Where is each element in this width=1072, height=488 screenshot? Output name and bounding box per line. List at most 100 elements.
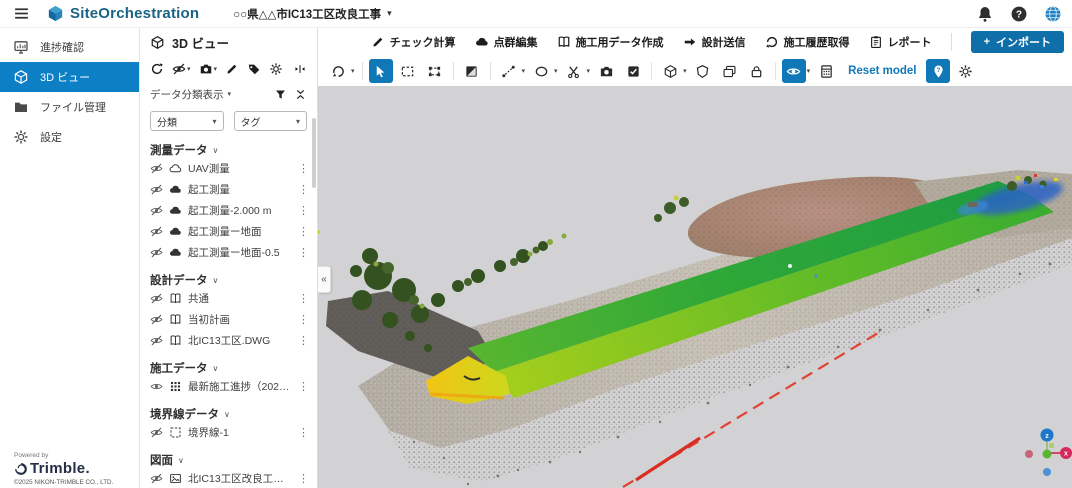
chevron-down-icon[interactable]: ▾ bbox=[683, 67, 687, 75]
tree-row[interactable]: 北IC13工区改良工事-背景図 ⋮ bbox=[150, 468, 311, 488]
tree-section-drawings[interactable]: 図面 ∨ bbox=[150, 452, 311, 468]
select-tool-button[interactable] bbox=[369, 59, 393, 83]
reset-model-link[interactable]: Reset model bbox=[848, 65, 916, 77]
rectangle-select-button[interactable] bbox=[396, 59, 420, 83]
tree-row[interactable]: UAV測量 ⋮ bbox=[150, 158, 311, 179]
app-logo[interactable]: SiteOrchestration bbox=[46, 4, 199, 23]
filter-funnel-icon[interactable] bbox=[274, 88, 287, 101]
shape-tool-button[interactable] bbox=[529, 59, 553, 83]
viewport-3d[interactable]: z x « bbox=[318, 86, 1072, 488]
eye-off-icon[interactable] bbox=[150, 472, 163, 485]
tree-row[interactable]: 起工測量ー地面 ⋮ bbox=[150, 221, 311, 242]
tree-row[interactable]: 最新施工進捗（2025-07-17 1… ⋮ bbox=[150, 376, 311, 397]
chevron-down-icon: ▾ bbox=[296, 117, 300, 126]
chevron-down-icon[interactable]: ▾ bbox=[187, 65, 191, 73]
import-button[interactable]: + インポート bbox=[971, 31, 1064, 53]
panel-scrollbar[interactable] bbox=[312, 118, 316, 188]
sidebar-item-files[interactable]: ファイル管理 bbox=[0, 92, 139, 122]
eye-off-icon[interactable] bbox=[150, 292, 163, 305]
row-menu-icon[interactable]: ⋮ bbox=[296, 472, 311, 485]
eye-off-icon[interactable] bbox=[150, 334, 163, 347]
eye-off-icon[interactable] bbox=[150, 225, 163, 238]
tree-section-construction[interactable]: 施工データ ∨ bbox=[150, 360, 311, 376]
chevron-down-icon[interactable]: ▾ bbox=[228, 90, 232, 98]
tree-row[interactable]: 北IC13工区.DWG ⋮ bbox=[150, 330, 311, 351]
lock-button[interactable] bbox=[745, 59, 769, 83]
tree-section-survey[interactable]: 測量データ ∨ bbox=[150, 142, 311, 158]
row-menu-icon[interactable]: ⋮ bbox=[296, 313, 311, 326]
tree-section-boundary[interactable]: 境界線データ ∨ bbox=[150, 406, 311, 422]
eye-off-icon[interactable] bbox=[150, 204, 163, 217]
viewer-settings-button[interactable] bbox=[953, 59, 977, 83]
chevron-down-icon[interactable]: ▾ bbox=[807, 67, 811, 75]
eye-off-icon[interactable] bbox=[150, 183, 163, 196]
sidebar-item-3d-view[interactable]: 3D ビュー bbox=[0, 62, 139, 92]
viewer-toolbar: ▾ ▾ ▾ ▾ ▾ bbox=[318, 56, 1072, 86]
camera-icon[interactable]: ▾ bbox=[199, 62, 218, 76]
eye-off-icon[interactable] bbox=[150, 246, 163, 259]
tree-row[interactable]: 起工測量-2.000 m ⋮ bbox=[150, 200, 311, 221]
eye-icon[interactable] bbox=[150, 380, 163, 393]
tree-row[interactable]: 起工測量ー地面-0.5 ⋮ bbox=[150, 242, 311, 263]
eye-off-icon[interactable] bbox=[150, 313, 163, 326]
row-menu-icon[interactable]: ⋮ bbox=[296, 204, 311, 217]
sidebar-item-settings[interactable]: 設定 bbox=[0, 122, 139, 152]
chevron-down-icon[interactable]: ▾ bbox=[522, 67, 526, 75]
cut-tool-button[interactable] bbox=[562, 59, 586, 83]
row-menu-icon[interactable]: ⋮ bbox=[296, 292, 311, 305]
tree-row[interactable]: 共通 ⋮ bbox=[150, 288, 311, 309]
row-menu-icon[interactable]: ⋮ bbox=[296, 380, 311, 393]
eye-off-icon[interactable] bbox=[150, 426, 163, 439]
hamburger-menu-icon[interactable] bbox=[10, 3, 32, 25]
row-menu-icon[interactable]: ⋮ bbox=[296, 246, 311, 259]
classification-label[interactable]: データ分類表示 bbox=[150, 87, 224, 102]
check-calculation-button[interactable]: チェック計算 bbox=[371, 34, 456, 50]
category-select[interactable]: 分類 ▾ bbox=[150, 111, 224, 131]
panel-resize-icon[interactable] bbox=[293, 62, 307, 76]
refresh-icon[interactable] bbox=[150, 62, 164, 76]
chevron-down-icon[interactable]: ▾ bbox=[587, 67, 591, 75]
tag-select[interactable]: タグ ▾ bbox=[234, 111, 308, 131]
row-menu-icon[interactable]: ⋮ bbox=[296, 225, 311, 238]
chevron-down-icon[interactable]: ▾ bbox=[214, 65, 218, 73]
hide-all-icon[interactable]: ▾ bbox=[172, 62, 191, 76]
panel-collapse-button[interactable]: « bbox=[318, 266, 331, 293]
orbit-tool-button[interactable] bbox=[326, 59, 350, 83]
tag-icon[interactable] bbox=[247, 62, 261, 76]
history-fetch-button[interactable]: 施工履歴取得 bbox=[765, 34, 850, 50]
visibility-button[interactable] bbox=[782, 59, 806, 83]
eye-off-icon[interactable] bbox=[150, 162, 163, 175]
chevron-down-icon[interactable]: ▾ bbox=[351, 67, 355, 75]
construction-data-button[interactable]: 施工用データ作成 bbox=[557, 34, 664, 50]
collapse-all-icon[interactable] bbox=[294, 88, 307, 101]
report-button[interactable]: レポート bbox=[869, 34, 932, 50]
row-menu-icon[interactable]: ⋮ bbox=[296, 183, 311, 196]
snapshot-button[interactable] bbox=[594, 59, 618, 83]
polygon-select-button[interactable] bbox=[423, 59, 447, 83]
viewer-help-pin-button[interactable]: ? bbox=[926, 59, 950, 83]
gear-icon[interactable] bbox=[269, 62, 283, 76]
help-icon[interactable]: ? bbox=[1010, 5, 1028, 23]
notifications-bell-icon[interactable] bbox=[976, 5, 994, 23]
chevron-down-icon[interactable]: ▾ bbox=[554, 67, 558, 75]
cube-view-button[interactable] bbox=[658, 59, 682, 83]
row-menu-icon[interactable]: ⋮ bbox=[296, 162, 311, 175]
sidebar-item-progress[interactable]: 進捗確認 bbox=[0, 32, 139, 62]
tree-section-design[interactable]: 設計データ ∨ bbox=[150, 272, 311, 288]
design-send-button[interactable]: 設計送信 bbox=[683, 34, 746, 50]
point-cloud-edit-button[interactable]: 点群編集 bbox=[475, 34, 538, 50]
contrast-tool-button[interactable] bbox=[460, 59, 484, 83]
tree-row[interactable]: 起工測量 ⋮ bbox=[150, 179, 311, 200]
shield-button[interactable] bbox=[691, 59, 715, 83]
annotate-check-button[interactable] bbox=[621, 59, 645, 83]
layers-button[interactable] bbox=[718, 59, 742, 83]
language-globe-icon[interactable] bbox=[1044, 5, 1062, 23]
row-menu-icon[interactable]: ⋮ bbox=[296, 334, 311, 347]
pencil-icon[interactable] bbox=[225, 62, 239, 76]
tree-row[interactable]: 境界線-1 ⋮ bbox=[150, 422, 311, 443]
row-menu-icon[interactable]: ⋮ bbox=[296, 426, 311, 439]
tree-row[interactable]: 当初計画 ⋮ bbox=[150, 309, 311, 330]
calculator-button[interactable] bbox=[814, 59, 838, 83]
project-selector[interactable]: ○○県△△市IC13工区改良工事 ▾ bbox=[233, 6, 391, 22]
measure-tool-button[interactable] bbox=[497, 59, 521, 83]
